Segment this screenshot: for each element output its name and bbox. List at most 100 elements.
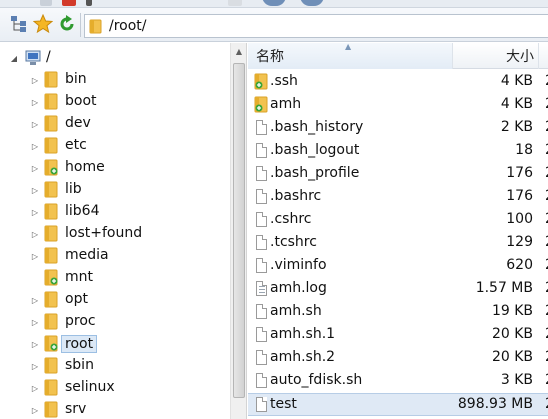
expand-arrow-icon[interactable]: ▷ — [30, 229, 40, 239]
file-row[interactable]: amh4 KB2 — [248, 94, 548, 117]
file-name: .cshrc — [270, 211, 312, 227]
network-tree-button[interactable] — [8, 13, 30, 35]
globe-fragment-icon — [262, 0, 286, 6]
tree-item[interactable]: ▷ media — [0, 245, 230, 267]
tree-item-label: opt — [65, 291, 88, 307]
file-name: .bash_profile — [270, 165, 360, 181]
tree-item[interactable]: ▷ proc — [0, 311, 230, 333]
folder-icon — [254, 96, 268, 113]
tree-item-label: etc — [65, 137, 87, 153]
column-header-size[interactable]: 大小 — [453, 43, 539, 69]
file-size: 129 — [506, 234, 533, 250]
file-icon — [256, 373, 267, 388]
tree-item[interactable]: ▷ lib — [0, 179, 230, 201]
file-name: amh.log — [270, 280, 327, 296]
file-row[interactable]: .ssh4 KB2 — [248, 71, 548, 94]
tree-item[interactable]: ▷ lost+found — [0, 223, 230, 245]
tree-item[interactable]: ▷ bin — [0, 69, 230, 91]
tree-root-row[interactable]: ◢ / — [0, 47, 230, 69]
file-name: amh.sh.2 — [270, 349, 336, 365]
tree-item-label: mnt — [65, 269, 93, 285]
expand-arrow-icon[interactable]: ▷ — [30, 295, 40, 305]
tree-item[interactable]: ▷ lib64 — [0, 201, 230, 223]
favorites-star-icon — [33, 14, 53, 34]
folder-icon — [44, 269, 58, 286]
file-name: test — [270, 396, 297, 412]
page-fragment-icon — [228, 0, 242, 6]
directory-tree[interactable]: ◢ / ▷ bin ▷ boot ▷ dev ▷ etc ▷ home ▷ li… — [0, 43, 230, 419]
file-row[interactable]: .viminfo6202 — [248, 255, 548, 278]
expand-arrow-icon[interactable]: ▷ — [30, 119, 40, 129]
tree-item[interactable]: ▷ sbin — [0, 355, 230, 377]
tree-item[interactable]: ▷ home — [0, 157, 230, 179]
column-header-name[interactable]: ▲ 名称 — [248, 42, 453, 69]
folder-icon — [44, 71, 58, 88]
tree-scrollbar[interactable]: ▲ — [230, 43, 247, 419]
file-row[interactable]: amh.log1.57 MB2 — [248, 278, 548, 301]
tree-item[interactable]: ▷ boot — [0, 91, 230, 113]
file-icon — [256, 258, 267, 273]
column-header-next[interactable] — [539, 43, 548, 69]
scroll-up-arrow-icon[interactable]: ▲ — [233, 47, 245, 57]
file-row[interactable]: test898.93 MB2 — [248, 393, 548, 416]
file-row[interactable]: .cshrc1002 — [248, 209, 548, 232]
file-size: 176 — [506, 188, 533, 204]
file-row[interactable]: amh.sh19 KB2 — [248, 301, 548, 324]
file-row[interactable]: .bash_history2 KB2 — [248, 117, 548, 140]
folder-icon — [44, 379, 58, 396]
file-row[interactable]: amh.sh.220 KB2 — [248, 347, 548, 370]
file-name: amh — [270, 96, 302, 112]
tree-item-label: proc — [65, 313, 96, 329]
expand-arrow-icon[interactable]: ▷ — [30, 97, 40, 107]
folder-icon — [44, 401, 58, 418]
expand-arrow-icon[interactable]: ▷ — [30, 339, 40, 349]
favorites-button[interactable] — [32, 13, 54, 35]
file-size: 2 KB — [500, 119, 533, 135]
file-icon — [256, 189, 267, 204]
file-size: 18 — [515, 142, 533, 158]
expand-arrow-icon[interactable]: ▷ — [30, 405, 40, 415]
expand-arrow-icon[interactable]: ▷ — [30, 185, 40, 195]
tree-item[interactable]: ▷ dev — [0, 113, 230, 135]
close-fragment-icon — [62, 0, 76, 6]
tree-item-label: boot — [65, 93, 97, 109]
expand-arrow-icon[interactable]: ▷ — [30, 251, 40, 261]
tree-item[interactable]: ▷ srv — [0, 399, 230, 419]
refresh-icon — [60, 15, 74, 31]
expand-arrow-icon[interactable]: ▷ — [30, 163, 40, 173]
column-header-size-label: 大小 — [506, 49, 534, 65]
folder-icon — [44, 203, 58, 220]
folder-icon — [44, 225, 58, 242]
file-row[interactable]: .bash_logout182 — [248, 140, 548, 163]
folder-icon — [44, 115, 58, 132]
file-size: 19 KB — [491, 303, 533, 319]
expand-arrow-icon[interactable]: ▷ — [30, 75, 40, 85]
tree-item[interactable]: mnt — [0, 267, 230, 289]
tree-item[interactable]: ▷ root — [0, 333, 230, 355]
file-row[interactable]: .bashrc1762 — [248, 186, 548, 209]
tree-item[interactable]: ▷ opt — [0, 289, 230, 311]
refresh-button[interactable] — [56, 13, 78, 35]
tree-item[interactable]: ▷ etc — [0, 135, 230, 157]
file-list[interactable]: ▲ 名称 大小 .ssh4 KB2 amh4 KB2.bash_history2… — [248, 42, 548, 419]
expand-arrow-icon[interactable]: ▷ — [30, 317, 40, 327]
expand-arrow-icon[interactable]: ▷ — [30, 141, 40, 151]
file-icon — [256, 304, 267, 319]
path-input[interactable]: /root/ — [84, 14, 548, 38]
expand-arrow-icon[interactable]: ▷ — [30, 383, 40, 393]
file-row[interactable]: .bash_profile1762 — [248, 163, 548, 186]
file-icon — [256, 166, 267, 181]
upper-toolbar-fragment — [0, 0, 548, 8]
file-row[interactable]: auto_fdisk.sh3 KB2 — [248, 370, 548, 393]
folder-icon — [44, 247, 58, 264]
expand-arrow-icon[interactable]: ▷ — [30, 361, 40, 371]
file-row[interactable]: amh.sh.120 KB2 — [248, 324, 548, 347]
collapse-arrow-icon[interactable]: ◢ — [9, 53, 19, 63]
scrollbar-thumb[interactable] — [233, 63, 245, 398]
tree-item[interactable]: ▷ selinux — [0, 377, 230, 399]
file-size: 620 — [506, 257, 533, 273]
file-row[interactable]: .tcshrc1292 — [248, 232, 548, 255]
file-icon — [256, 212, 267, 227]
file-size: 1.57 MB — [475, 280, 533, 296]
expand-arrow-icon[interactable]: ▷ — [30, 207, 40, 217]
